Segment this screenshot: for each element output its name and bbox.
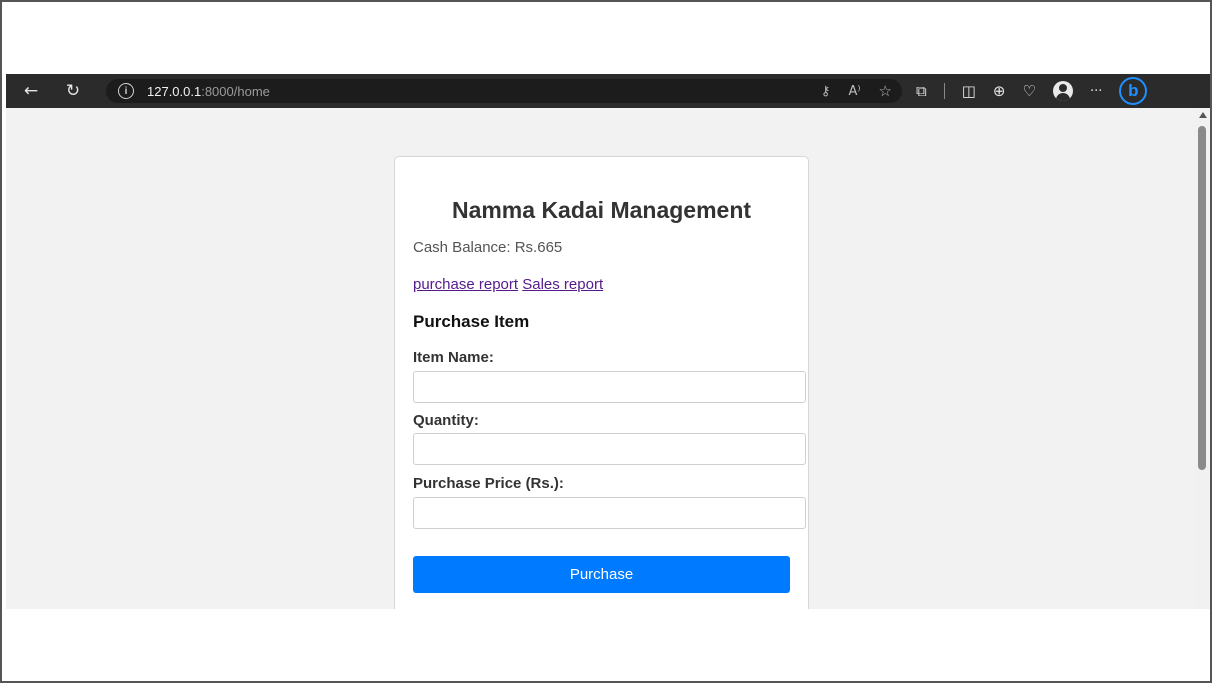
cash-balance: Cash Balance: Rs.665 <box>413 239 563 256</box>
section-title: Purchase Item <box>413 312 530 331</box>
sales-report-link[interactable]: Sales report <box>522 276 603 293</box>
info-icon[interactable]: i <box>118 83 134 99</box>
report-links: purchase report Sales report <box>413 276 603 293</box>
quantity-input[interactable] <box>413 433 806 465</box>
page-viewport: Namma Kadai Management Cash Balance: Rs.… <box>6 108 1195 609</box>
purchase-price-label: Purchase Price (Rs.): <box>413 475 564 492</box>
more-icon[interactable]: ··· <box>1090 84 1102 99</box>
purchase-price-input[interactable] <box>413 497 806 529</box>
key-icon[interactable]: ⚷ <box>821 84 831 99</box>
star-icon[interactable]: ☆ <box>879 82 892 100</box>
scroll-thumb[interactable] <box>1198 126 1206 470</box>
toolbar-separator <box>943 83 945 99</box>
purchase-report-link[interactable]: purchase report <box>413 276 518 293</box>
item-name-label: Item Name: <box>413 349 494 366</box>
quantity-label: Quantity: <box>413 412 479 429</box>
page-title: Namma Kadai Management <box>451 197 752 223</box>
read-aloud-icon[interactable]: A⁾ <box>848 84 860 99</box>
address-bar[interactable]: i 127.0.0.1:8000/home ⚷ A⁾ ☆ <box>106 79 902 103</box>
browser-essentials-icon[interactable]: ♡ <box>1022 82 1035 100</box>
refresh-icon[interactable]: ↻ <box>58 76 88 106</box>
browser-toolbar: ← ↻ i 127.0.0.1:8000/home ⚷ A⁾ ☆ ⧉ ◫ ⊕ ♡… <box>6 74 1210 108</box>
purchase-button[interactable]: Purchase <box>413 556 790 593</box>
url-text[interactable]: 127.0.0.1:8000/home <box>147 84 270 99</box>
management-card: Namma Kadai Management Cash Balance: Rs.… <box>394 156 809 609</box>
address-bar-icons: ⚷ A⁾ ☆ <box>821 79 892 103</box>
item-name-input[interactable] <box>413 371 806 403</box>
page-scrollbar[interactable] <box>1195 108 1210 609</box>
url-path: :8000/home <box>201 83 270 99</box>
url-host: 127.0.0.1 <box>147 83 202 99</box>
scroll-up-arrow-icon[interactable] <box>1199 112 1207 118</box>
toolbar-right-icons: ⧉ ◫ ⊕ ♡ ··· b <box>916 74 1148 108</box>
collections-icon[interactable]: ⊕ <box>993 82 1006 100</box>
puzzle-icon[interactable]: ⧉ <box>916 82 927 100</box>
split-screen-icon[interactable]: ◫ <box>962 82 976 100</box>
bing-copilot-icon[interactable]: b <box>1119 77 1148 105</box>
profile-avatar-icon[interactable] <box>1052 81 1073 101</box>
back-arrow-icon[interactable]: ← <box>16 76 46 106</box>
